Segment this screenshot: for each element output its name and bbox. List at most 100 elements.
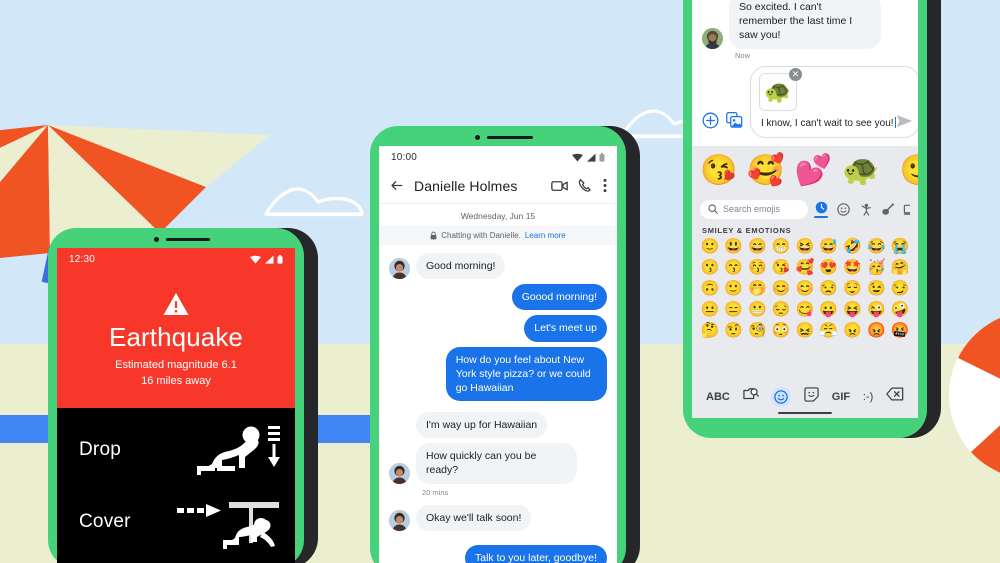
emoji-cell[interactable]: 😤 — [819, 321, 838, 340]
avatar — [389, 462, 410, 484]
emoji-cell[interactable]: 😚 — [748, 258, 767, 277]
emoji-cell[interactable]: 😘 — [772, 258, 791, 277]
emoji-cell[interactable]: 🤔 — [701, 321, 720, 340]
food-tab[interactable] — [903, 203, 910, 216]
emoji-cell[interactable]: 😁 — [772, 237, 791, 256]
message-row: How do you feel about New York style piz… — [389, 346, 607, 402]
emoji-cell[interactable]: 😛 — [819, 300, 838, 319]
emoji-cell[interactable]: 😊 — [772, 279, 791, 298]
message-bubble[interactable]: Okay we'll talk soon! — [416, 504, 532, 531]
emoji-cell[interactable]: 😋 — [796, 300, 815, 319]
emoji-cell[interactable]: 😂 — [867, 237, 886, 256]
emoji-cell[interactable]: 🥰 — [796, 258, 815, 277]
emoji-cell[interactable]: 🥳 — [867, 258, 886, 277]
message-bubble[interactable]: So excited. I can't remember the last ti… — [729, 0, 882, 49]
backspace-icon — [886, 387, 904, 401]
emoticon-key[interactable]: :-) — [863, 391, 873, 403]
suggestion-emoji[interactable]: 🐢 — [842, 155, 879, 186]
emoji-cell[interactable]: 😗 — [701, 258, 720, 277]
action-cover-label: Cover — [79, 511, 131, 533]
emoji-cell[interactable]: 😖 — [796, 321, 815, 340]
emoji-cell[interactable]: 😬 — [748, 300, 767, 319]
compose-input-box[interactable]: 🐢 ✕ I know, I can't wait to see you! — [750, 65, 918, 138]
send-icon[interactable] — [896, 114, 913, 133]
message-bubble[interactable]: How quickly can you be ready? — [416, 443, 578, 484]
learn-more-link[interactable]: Learn more — [525, 231, 566, 240]
message-timestamp: 20 mins — [422, 487, 449, 497]
front-camera-dot — [154, 237, 159, 242]
message-row: How quickly can you be ready? — [389, 443, 607, 484]
recent-tab[interactable] — [814, 201, 828, 218]
emoji-cell[interactable]: 😆 — [796, 237, 815, 256]
emoji-cell[interactable]: 🧐 — [748, 321, 767, 340]
emoji-cell[interactable]: 😑 — [724, 300, 743, 319]
emoji-cell[interactable]: 😜 — [867, 300, 886, 319]
smileys-tab[interactable] — [837, 202, 850, 216]
message-bubble[interactable]: I'm way up for Hawaiian — [416, 412, 548, 439]
message-bubble[interactable]: How do you feel about New York style piz… — [445, 346, 607, 402]
video-call-icon[interactable] — [551, 179, 568, 193]
abc-key[interactable]: ABC — [706, 391, 730, 403]
emoji-key[interactable] — [771, 386, 792, 407]
suggestion-emoji[interactable]: 😘 — [700, 155, 737, 186]
phone-call-icon[interactable] — [578, 178, 593, 193]
emoji-cell[interactable]: 🤗 — [891, 258, 910, 277]
emoji-cell[interactable]: 😙 — [724, 258, 743, 277]
emoji-cell[interactable]: 🤣 — [843, 237, 862, 256]
emoji-cell[interactable]: 😠 — [843, 321, 862, 340]
emoji-cell[interactable]: 😏 — [891, 279, 910, 298]
emoji-cell[interactable]: 😅 — [819, 237, 838, 256]
emoji-cell[interactable]: 😒 — [819, 279, 838, 298]
message-bubble[interactable]: Talk to you later, goodbye! — [465, 544, 607, 563]
people-tab[interactable] — [859, 203, 872, 216]
emoji-cell[interactable]: 😉 — [867, 279, 886, 298]
image-search-key[interactable] — [742, 387, 759, 407]
emoji-cell[interactable]: 🤭 — [748, 279, 767, 298]
search-emojis-input[interactable]: Search emojis — [700, 199, 808, 219]
compose-text[interactable]: I know, I can't wait to see you! — [757, 117, 897, 129]
emoji-cell[interactable]: 🤪 — [891, 300, 910, 319]
add-attachment-icon[interactable] — [702, 112, 719, 134]
nature-tab[interactable] — [881, 202, 894, 216]
message-bubble[interactable]: Good morning! — [416, 253, 506, 280]
emoji-cell[interactable]: 😃 — [724, 237, 743, 256]
message-bubble[interactable]: Goood morning! — [511, 284, 607, 311]
emoji-cell[interactable]: 😍 — [819, 258, 838, 277]
emoji-cell[interactable]: 😳 — [772, 321, 791, 340]
message-bubble[interactable]: Let's meet up — [524, 315, 607, 342]
emoji-cell[interactable]: 🙂 — [701, 237, 720, 256]
emoji-cell[interactable]: 😭 — [891, 237, 910, 256]
emoji-cell[interactable]: 😊 — [796, 279, 815, 298]
person-cover-icon — [177, 494, 287, 550]
message-row: So excited. I can't remember the last ti… — [702, 0, 908, 49]
emoji-cell[interactable]: 🤨 — [724, 321, 743, 340]
suggestion-emoji[interactable]: 💕 — [795, 155, 832, 186]
emoji-cell[interactable]: 😄 — [748, 237, 767, 256]
backspace-key[interactable] — [886, 387, 904, 406]
emoji-cell[interactable]: 😡 — [867, 321, 886, 340]
smiley-icon — [774, 389, 789, 404]
overflow-menu-icon[interactable] — [603, 178, 607, 193]
suggestion-emoji[interactable]: 🥰 — [747, 155, 784, 186]
back-arrow-icon[interactable] — [389, 178, 404, 193]
compose-icons — [702, 112, 743, 138]
emoji-cell[interactable]: 😝 — [843, 300, 862, 319]
emoji-cell[interactable]: 🤩 — [843, 258, 862, 277]
emoji-cell[interactable]: 😔 — [772, 300, 791, 319]
message-row: I'm way up for Hawaiian — [389, 412, 607, 439]
status-bar: 10:00 — [379, 146, 617, 168]
emoji-grid[interactable]: 🙂 😃 😄 😁 😆 😅 🤣 😂 😭 😗 😙 😚 😘 🥰 😍 🤩 🥳 🤗 🙃 🙂 🤭 😊 😊 😒 😌 😉 😏 😐 😑 😬 😔 😋 😛 😝 😜 🤪 🤔 🤨 🧐 😳… — [692, 237, 918, 341]
emoji-cell[interactable]: 🙃 — [701, 279, 720, 298]
emoji-cell[interactable]: 🙂 — [724, 279, 743, 298]
sticker-key[interactable] — [804, 386, 819, 407]
close-icon[interactable]: ✕ — [789, 67, 802, 81]
emoji-cell[interactable]: 🤬 — [891, 321, 910, 340]
emoji-cell[interactable]: 😐 — [701, 300, 720, 319]
contact-name: Danielle Holmes — [414, 177, 518, 194]
search-icon — [708, 204, 718, 214]
messages-phone: 10:00 Danielle Holmes Wednesday, Jun 15 … — [370, 126, 640, 563]
gallery-icon[interactable] — [726, 112, 743, 133]
gif-key[interactable]: GIF — [832, 391, 850, 403]
suggestion-emoji[interactable]: 🙂 — [899, 155, 918, 186]
emoji-cell[interactable]: 😌 — [843, 279, 862, 298]
